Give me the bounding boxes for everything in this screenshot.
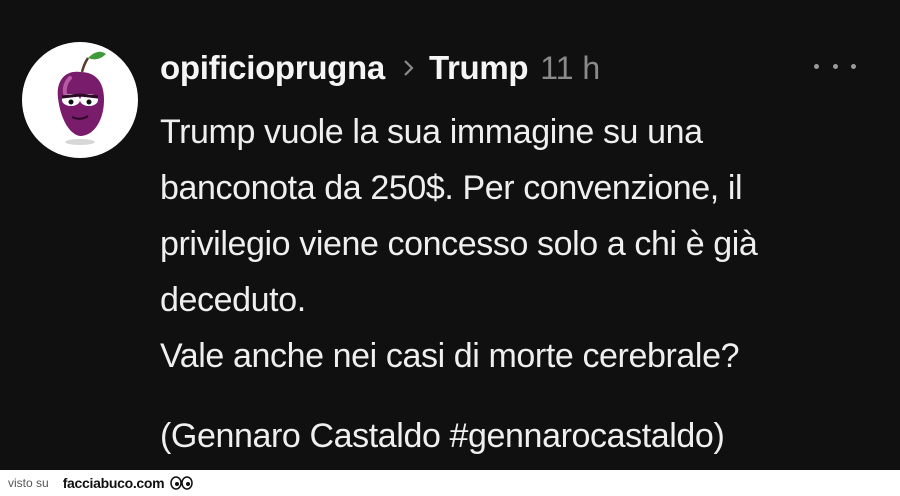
post-signature: (Gennaro Castaldo #gennarocastaldo) (160, 417, 725, 455)
plum-character-icon (57, 51, 106, 145)
more-horizontal-icon[interactable] (814, 58, 856, 74)
post-card: opificioprugna Trump 11 h Trump vuole la… (0, 0, 900, 470)
watermark-site: facciabuco.com (62, 475, 165, 491)
post-text-line: Vale anche nei casi di morte cerebrale? (160, 337, 740, 375)
menu-dot (851, 63, 856, 69)
topic-link[interactable]: Trump (429, 49, 529, 87)
post-text-line: Trump vuole la sua immagine su una (160, 113, 703, 151)
avatar[interactable] (22, 42, 138, 158)
watermark-prefix: visto su (8, 476, 49, 490)
menu-dot (832, 63, 838, 69)
eyes-icon (170, 476, 194, 490)
post-text-line: banconota da 250$. Per convenzione, il (160, 169, 743, 207)
menu-dot (814, 63, 819, 69)
post-header: opificioprugna Trump 11 h (160, 46, 600, 90)
post-text-line: privilegio viene concesso solo a chi è g… (160, 225, 758, 263)
chevron-right-icon (403, 59, 415, 77)
watermark-bar: visto su facciabuco.com (0, 470, 900, 496)
username[interactable]: opificioprugna (160, 49, 385, 87)
post-text-line: deceduto. (160, 281, 306, 319)
post-timestamp: 11 h (540, 49, 601, 86)
post-text: Trump vuole la sua immagine su una banco… (160, 104, 880, 464)
